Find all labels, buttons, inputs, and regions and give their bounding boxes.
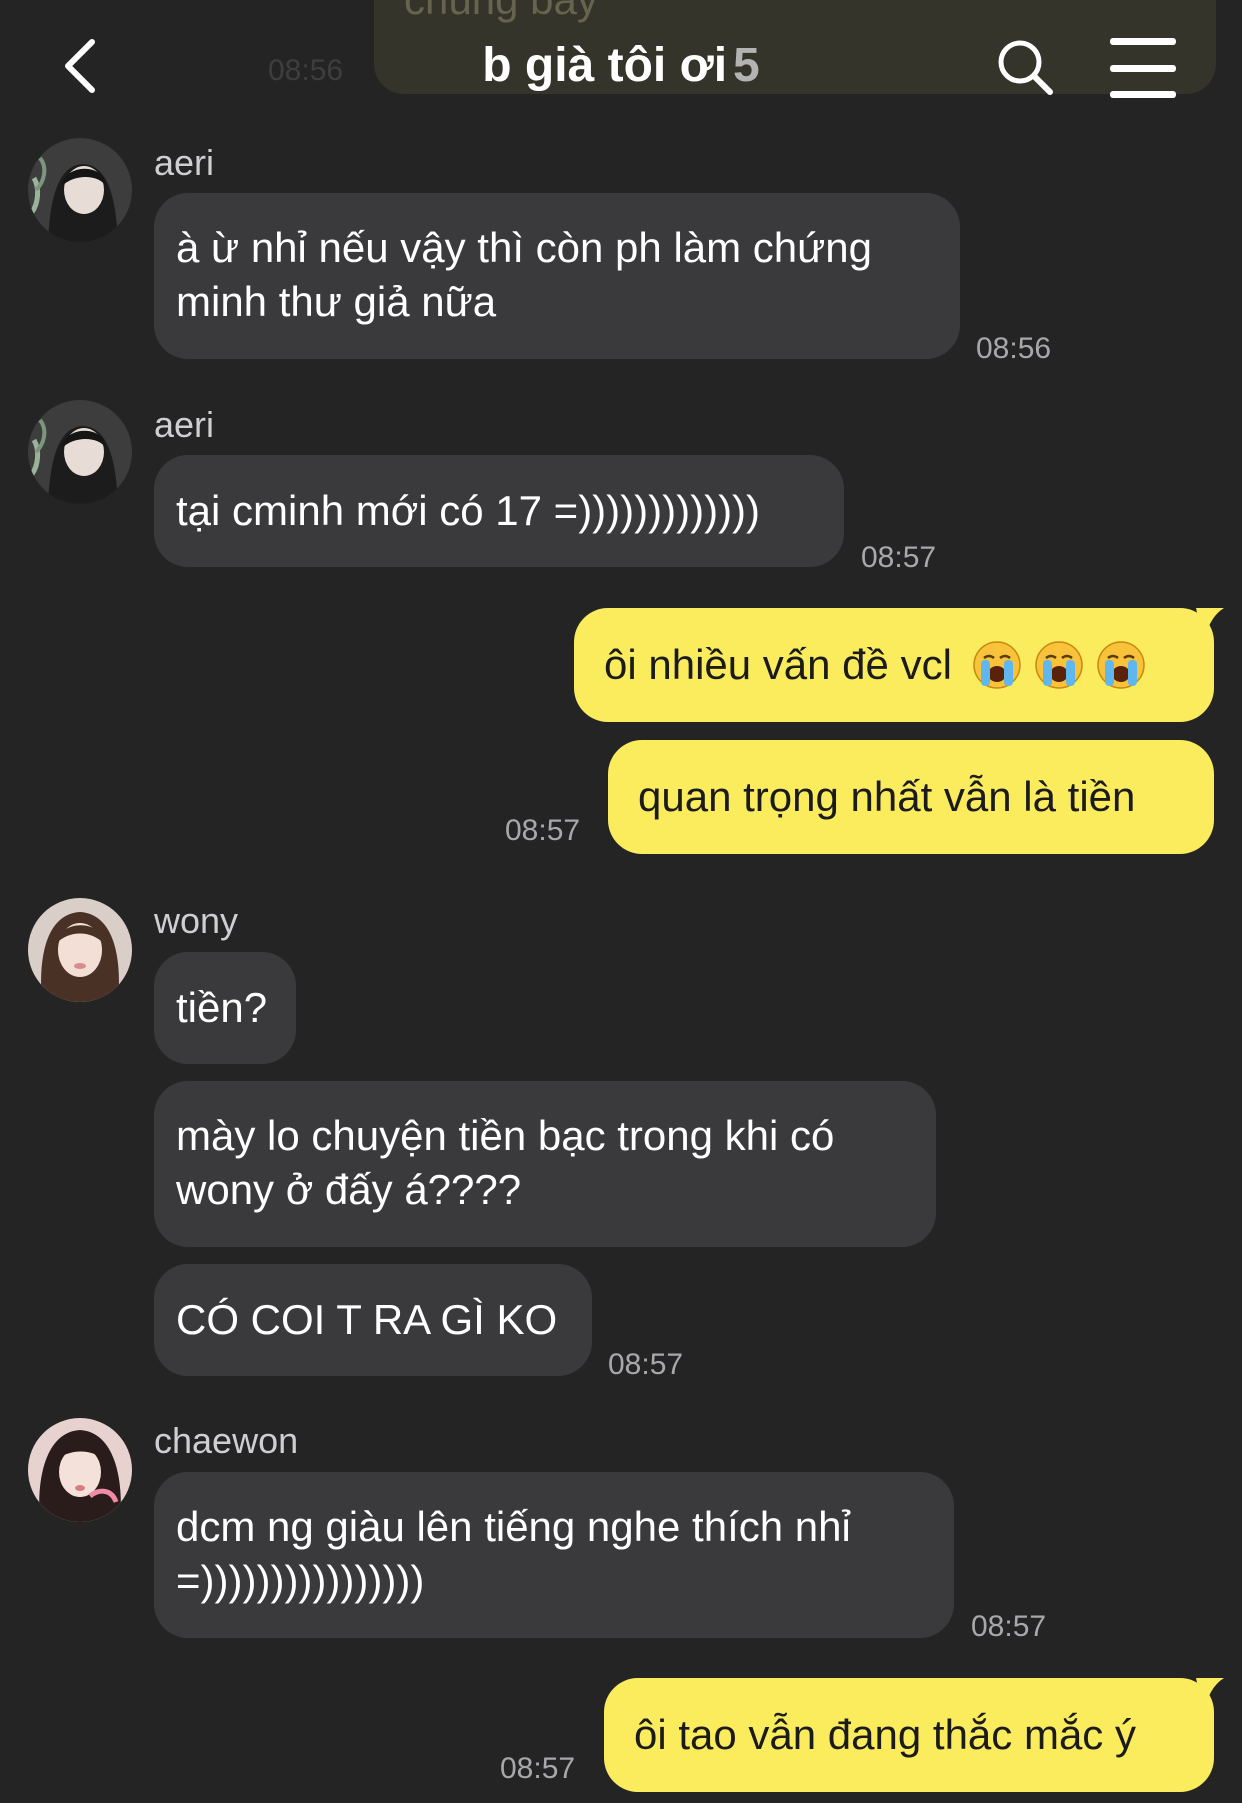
message-line: dcm ng giàu lên tiếng nghe thích nhỉ (176, 1503, 851, 1550)
message-bubble-outgoing[interactable]: quan trọng nhất vẫn là tiền (608, 740, 1214, 854)
message-line: tiền? (176, 984, 268, 1031)
message-bubble[interactable]: CÓ COI T RA GÌ KO (154, 1264, 592, 1376)
avatar-aeri[interactable] (28, 400, 132, 504)
menu-icon-bar (1110, 91, 1176, 98)
message-text: ôi nhiều vấn đề vcl (604, 641, 952, 688)
avatar-photo (28, 898, 132, 1002)
bubble-tail (1196, 608, 1224, 644)
avatar-photo (28, 400, 132, 504)
avatar-aeri[interactable] (28, 138, 132, 242)
chat-header: chúng bây 08:56 b già tôi ơi5 (0, 0, 1242, 120)
member-count: 5 (733, 39, 760, 92)
avatar-photo (28, 1418, 132, 1522)
message-line: tại cminh mới có 17 =))))))))))))) (176, 487, 761, 534)
message-time: 08:56 (976, 332, 1052, 365)
message-bubble[interactable]: tiền? (154, 952, 296, 1064)
message-bubble-outgoing[interactable]: ôi nhiều vấn đề vcl (574, 608, 1214, 722)
search-button[interactable] (992, 34, 1058, 100)
menu-icon-bar (1110, 38, 1176, 45)
sender-name: wony (154, 900, 239, 941)
avatar-chaewon[interactable] (28, 1418, 132, 1522)
sender-name: aeri (154, 404, 215, 445)
message-bubble-outgoing[interactable]: ôi tao vẫn đang thắc mắc ý (604, 1678, 1214, 1792)
message-text: ôi tao vẫn đang thắc mắc ý (634, 1711, 1136, 1758)
menu-button[interactable] (1110, 38, 1176, 98)
loudly-crying-face-emoji (1097, 641, 1145, 689)
message-bubble[interactable]: mày lo chuyện tiền bạc trong khi có wony… (154, 1081, 936, 1247)
message-line: à ừ nhỉ nếu vậy thì còn ph làm chứng (176, 224, 872, 271)
message-text: quan trọng nhất vẫn là tiền (638, 773, 1136, 820)
loudly-crying-face-emoji (973, 641, 1021, 689)
avatar-wony[interactable] (28, 898, 132, 1002)
message-line: mày lo chuyện tiền bạc trong khi có (176, 1112, 835, 1159)
message-line: wony ở đấy á???? (176, 1166, 522, 1213)
message-time: 08:57 (971, 1610, 1047, 1643)
sender-name: chaewon (154, 1420, 299, 1461)
message-line: minh thư giả nữa (176, 278, 497, 325)
sender-name: aeri (154, 142, 215, 183)
message-line: CÓ COI T RA GÌ KO (176, 1296, 558, 1343)
loudly-crying-face-emoji (1035, 641, 1083, 689)
avatar-photo (28, 138, 132, 242)
message-time: 08:57 (861, 541, 937, 574)
chat-title-text: b già tôi ơi (482, 39, 728, 92)
message-bubble[interactable]: à ừ nhỉ nếu vậy thì còn ph làm chứng min… (154, 193, 960, 359)
previous-message-text: chúng bây (404, 0, 598, 24)
message-time: 08:57 (505, 814, 581, 847)
bubble-tail (1196, 1678, 1224, 1714)
menu-icon-bar (1110, 64, 1176, 72)
search-icon (998, 40, 1053, 95)
message-bubble[interactable]: tại cminh mới có 17 =))))))))))))) (154, 455, 844, 567)
message-line: =)))))))))))))))) (176, 1557, 425, 1604)
message-time: 08:57 (500, 1752, 576, 1785)
message-time: 08:57 (608, 1348, 684, 1381)
message-bubble[interactable]: dcm ng giàu lên tiếng nghe thích nhỉ =))… (154, 1472, 954, 1638)
